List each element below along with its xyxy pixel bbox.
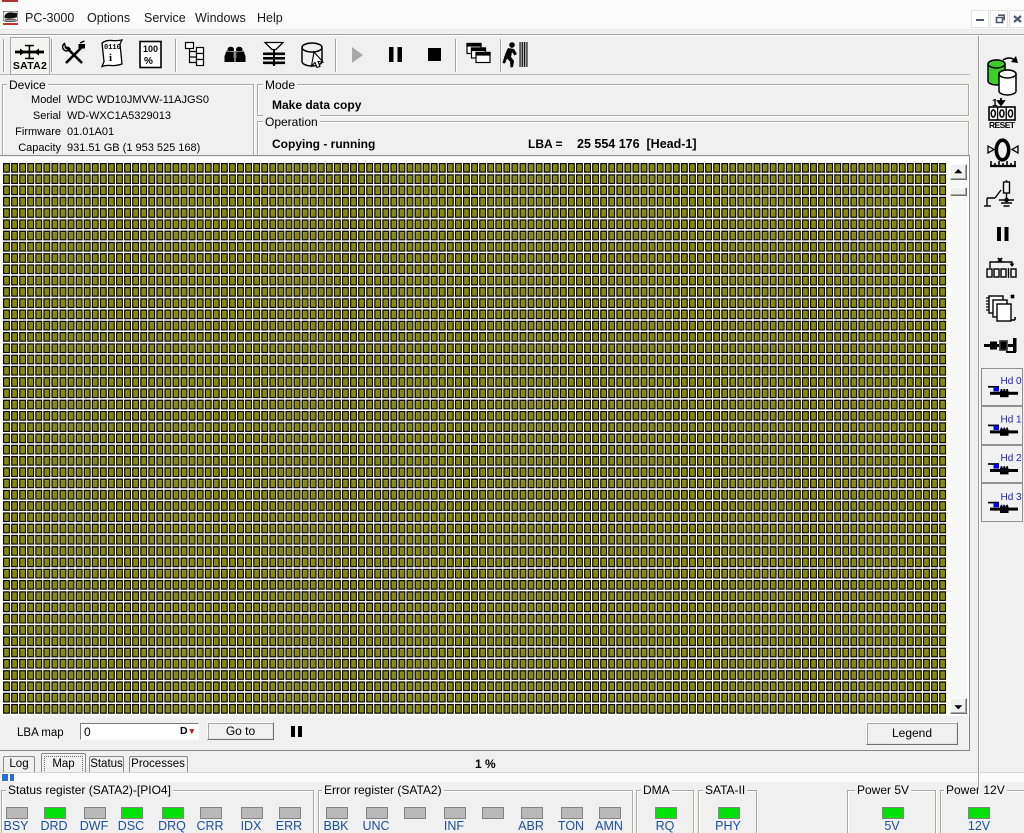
svg-text:Hd 2: Hd 2 xyxy=(1000,453,1022,464)
svg-text:Hd 0: Hd 0 xyxy=(1000,376,1022,387)
svg-text:RESET: RESET xyxy=(989,120,1016,130)
svg-text:0110: 0110 xyxy=(104,44,121,52)
svg-text:Hd 3: Hd 3 xyxy=(1000,491,1022,502)
svg-text:100: 100 xyxy=(143,44,158,54)
svg-text:i: i xyxy=(109,52,112,64)
svg-text:%: % xyxy=(144,56,153,67)
svg-text:Hd 1: Hd 1 xyxy=(1000,414,1022,425)
